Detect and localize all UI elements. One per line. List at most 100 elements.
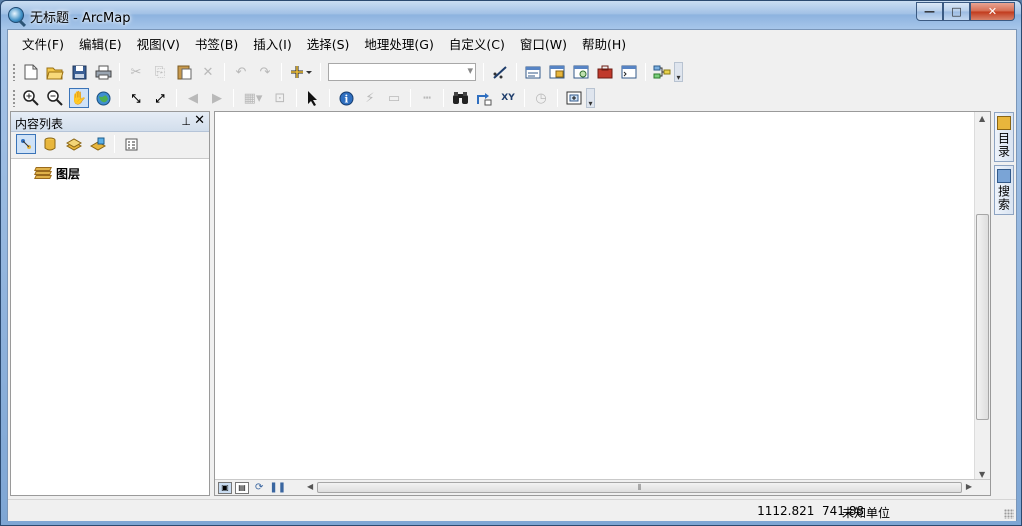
hyperlink-icon[interactable]: ⚡ [360, 88, 380, 108]
catalog-tab-label: 目录 [996, 132, 1011, 158]
toolbar-grip[interactable] [12, 89, 16, 107]
status-bar: 1112.821 741.88 未知单位 [8, 499, 1016, 521]
pin-icon[interactable]: ⊥ [181, 115, 191, 128]
fixed-zoom-out-icon[interactable]: ⤢ [150, 88, 170, 108]
toc-options-icon[interactable] [121, 134, 141, 154]
add-data-icon[interactable] [288, 62, 314, 82]
scroll-left-arrow[interactable]: ◀ [307, 482, 313, 491]
catalog-tab[interactable]: 目录 [994, 112, 1014, 162]
menu-file[interactable]: 文件(F) [16, 35, 70, 55]
close-button[interactable]: ✕ [970, 2, 1015, 21]
refresh-icon[interactable]: ⟳ [255, 482, 263, 493]
zoom-in-icon[interactable] [21, 88, 41, 108]
menu-help[interactable]: 帮助(H) [576, 35, 632, 55]
undo-icon[interactable]: ↶ [231, 62, 251, 82]
find-route-icon[interactable] [474, 88, 494, 108]
search-window-icon[interactable] [571, 62, 591, 82]
search-tab[interactable]: 搜索 [994, 165, 1014, 215]
toolbar-separator [224, 63, 225, 81]
menu-customize[interactable]: 自定义(C) [443, 35, 511, 55]
cut-icon[interactable]: ✂ [126, 62, 146, 82]
menu-windows[interactable]: 窗口(W) [514, 35, 573, 55]
catalog-window-icon[interactable] [547, 62, 567, 82]
arcmap-window: 无标题 - ArcMap — □ ✕ 文件(F) 编辑(E) 视图(V) 书签(… [0, 0, 1022, 526]
toolbar-overflow-chevron[interactable]: ▾ [586, 88, 595, 108]
maximize-button[interactable]: □ [943, 2, 970, 21]
arcmap-app-icon[interactable] [8, 7, 24, 23]
vertical-scroll-thumb[interactable] [976, 214, 989, 420]
menu-geoprocessing[interactable]: 地理处理(G) [358, 35, 439, 55]
create-viewer-icon[interactable] [564, 88, 584, 108]
minimize-icon: — [924, 5, 935, 18]
save-icon[interactable] [69, 62, 89, 82]
menu-edit[interactable]: 编辑(E) [73, 35, 128, 55]
maximize-icon: □ [951, 5, 962, 18]
app-frame: 文件(F) 编辑(E) 视图(V) 书签(B) 插入(I) 选择(S) 地理处理… [7, 29, 1017, 521]
map-display[interactable]: ▲ ▼ ▣ ▤ ⟳ ❚❚ ◀ ⫴ ▶ [214, 111, 991, 496]
toolbar-overflow-chevron[interactable]: ▾ [674, 62, 683, 82]
copy-icon[interactable]: ⎘ [150, 62, 170, 82]
list-by-source-icon[interactable] [40, 134, 60, 154]
map-horizontal-scrollbar[interactable]: ◀ ⫴ ▶ [307, 481, 972, 494]
select-features-icon[interactable]: ▦▾ [240, 88, 266, 108]
list-by-selection-icon[interactable] [88, 134, 108, 154]
status-units: 未知单位 [841, 506, 890, 520]
menu-bookmarks[interactable]: 书签(B) [189, 35, 244, 55]
layout-view-icon[interactable]: ▤ [235, 481, 249, 494]
data-view-icon[interactable]: ▣ [218, 481, 232, 494]
side-dock-tabs: 目录 搜索 [994, 112, 1014, 218]
close-icon: ✕ [987, 5, 998, 18]
select-elements-icon[interactable] [303, 88, 323, 108]
toc-close-icon[interactable]: ✕ [194, 113, 205, 128]
map-scale-combo[interactable] [328, 63, 476, 81]
resize-grip[interactable] [1004, 509, 1014, 519]
identify-icon[interactable]: i [336, 88, 356, 108]
time-slider-icon[interactable]: ◷ [531, 88, 551, 108]
redo-icon[interactable]: ↷ [255, 62, 275, 82]
scroll-up-arrow[interactable]: ▲ [979, 114, 985, 123]
fixed-zoom-in-icon[interactable]: ⤡ [126, 88, 146, 108]
new-document-icon[interactable] [21, 62, 41, 82]
go-to-xy-icon[interactable]: XY [498, 88, 518, 108]
zoom-out-icon[interactable] [45, 88, 65, 108]
arctoolbox-icon[interactable] [595, 62, 615, 82]
forward-extent-icon[interactable]: ▶ [207, 88, 227, 108]
python-window-icon[interactable] [619, 62, 639, 82]
table-of-contents-pane: 内容列表 ⊥ ✕ 图层 [10, 111, 210, 496]
menu-view[interactable]: 视图(V) [131, 35, 186, 55]
minimize-button[interactable]: — [916, 2, 943, 21]
model-builder-icon[interactable] [652, 62, 672, 82]
scroll-down-arrow[interactable]: ▼ [979, 470, 985, 479]
open-folder-icon[interactable] [45, 62, 65, 82]
list-by-drawing-order-icon[interactable] [16, 134, 36, 154]
map-vertical-scrollbar[interactable]: ▲ ▼ [974, 112, 990, 481]
menu-selection[interactable]: 选择(S) [301, 35, 356, 55]
back-extent-icon[interactable]: ◀ [183, 88, 203, 108]
list-by-visibility-icon[interactable] [64, 134, 84, 154]
toolbar-grip[interactable] [12, 63, 16, 81]
title-bar[interactable]: 无标题 - ArcMap — □ ✕ [1, 1, 1021, 29]
html-popup-icon[interactable]: ▭ [384, 88, 404, 108]
measure-icon[interactable]: ┅ [417, 88, 437, 108]
delete-icon[interactable]: ✕ [198, 62, 218, 82]
pan-hand-icon[interactable]: ✋ [69, 88, 89, 108]
find-binoculars-icon[interactable] [450, 88, 470, 108]
layers-root-label: 图层 [56, 167, 81, 181]
clear-selection-icon[interactable]: ⊡ [270, 88, 290, 108]
search-icon [997, 169, 1011, 183]
layers-root-node[interactable]: 图层 [34, 165, 81, 182]
toolbar-separator [524, 89, 525, 107]
print-icon[interactable] [93, 62, 113, 82]
scroll-right-arrow[interactable]: ▶ [966, 482, 972, 491]
paste-icon[interactable] [174, 62, 194, 82]
toolbar-separator [557, 89, 558, 107]
full-extent-globe-icon[interactable] [93, 88, 113, 108]
editor-toolbar-icon[interactable] [490, 62, 510, 82]
pause-drawing-icon[interactable]: ❚❚ [269, 482, 286, 493]
horizontal-scroll-thumb[interactable]: ⫴ [317, 482, 962, 493]
window-title: 无标题 - ArcMap [30, 11, 131, 26]
toolbar-separator [645, 63, 646, 81]
layout-icon[interactable] [523, 62, 543, 82]
menu-insert[interactable]: 插入(I) [247, 35, 297, 55]
toolbar-separator [119, 89, 120, 107]
